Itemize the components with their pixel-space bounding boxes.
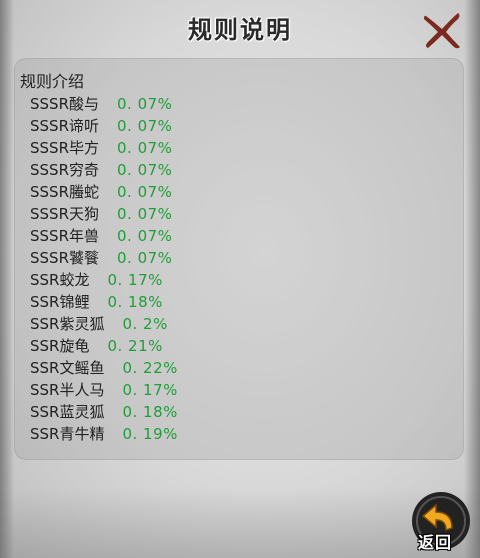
- rate-value: 0. 18%: [122, 403, 178, 421]
- rate-name: SSSR饕餮: [30, 249, 99, 267]
- rate-value: 0. 07%: [117, 139, 173, 157]
- rate-row: SSSR毕方 0. 07%: [30, 137, 178, 159]
- rate-value: 0. 07%: [117, 161, 173, 179]
- rate-name: SSR文鳐鱼: [30, 359, 105, 377]
- rate-name: SSR青牛精: [30, 425, 105, 443]
- back-label[interactable]: 返回: [418, 529, 452, 553]
- rate-value: 0. 07%: [117, 183, 173, 201]
- rate-name: SSR旋龟: [30, 337, 90, 355]
- rate-row: SSR旋龟 0. 21%: [30, 335, 178, 357]
- rate-value: 0. 19%: [122, 425, 178, 443]
- rate-value: 0. 07%: [117, 117, 173, 135]
- rate-row: SSR蓝灵狐 0. 18%: [30, 401, 178, 423]
- rate-row: SSSR天狗 0. 07%: [30, 203, 178, 225]
- rate-row: SSSR年兽 0. 07%: [30, 225, 178, 247]
- rate-row: SSR蛟龙 0. 17%: [30, 269, 178, 291]
- rate-row: SSSR穷奇 0. 07%: [30, 159, 178, 181]
- rate-value: 0. 21%: [107, 337, 163, 355]
- rate-list: SSSR酸与 0. 07% SSSR谛听 0. 07% SSSR毕方 0. 07% SSSR…: [30, 93, 178, 445]
- rate-name: SSR锦鲤: [30, 293, 90, 311]
- rate-name: SSR蛟龙: [30, 271, 90, 289]
- rate-name: SSR紫灵狐: [30, 315, 105, 333]
- rate-name: SSSR螣蛇: [30, 183, 99, 201]
- rate-row: SSSR酸与 0. 07%: [30, 93, 178, 115]
- rate-name: SSR蓝灵狐: [30, 403, 105, 421]
- ink-border-right: [464, 0, 480, 558]
- rate-name: SSSR穷奇: [30, 161, 99, 179]
- close-x-icon: [424, 13, 460, 49]
- page-title: 规则说明: [188, 15, 292, 44]
- rate-name: SSSR酸与: [30, 95, 99, 113]
- rate-name: SSSR天狗: [30, 205, 99, 223]
- rate-row: SSR文鳐鱼 0. 22%: [30, 357, 178, 379]
- rate-value: 0. 07%: [117, 249, 173, 267]
- close-button[interactable]: [420, 8, 464, 52]
- rate-row: SSR紫灵狐 0. 2%: [30, 313, 178, 335]
- rate-value: 0. 17%: [107, 271, 163, 289]
- rate-name: SSR半人马: [30, 381, 105, 399]
- rate-name: SSSR年兽: [30, 227, 99, 245]
- rate-row: SSSR螣蛇 0. 07%: [30, 181, 178, 203]
- rate-value: 0. 07%: [117, 205, 173, 223]
- rate-value: 0. 22%: [122, 359, 178, 377]
- rate-value: 0. 07%: [117, 227, 173, 245]
- rules-heading: 规则介绍: [20, 72, 85, 91]
- rate-value: 0. 07%: [117, 95, 173, 113]
- rate-row: SSR锦鲤 0. 18%: [30, 291, 178, 313]
- rate-row: SSSR饕餮 0. 07%: [30, 247, 178, 269]
- ink-border-left: [0, 0, 14, 558]
- rate-value: 0. 17%: [122, 381, 178, 399]
- rate-row: SSR青牛精 0. 19%: [30, 423, 178, 445]
- rate-row: SSSR谛听 0. 07%: [30, 115, 178, 137]
- rate-row: SSR半人马 0. 17%: [30, 379, 178, 401]
- rate-value: 0. 2%: [122, 315, 168, 333]
- rate-name: SSSR谛听: [30, 117, 99, 135]
- rate-name: SSSR毕方: [30, 139, 99, 157]
- rate-value: 0. 18%: [107, 293, 163, 311]
